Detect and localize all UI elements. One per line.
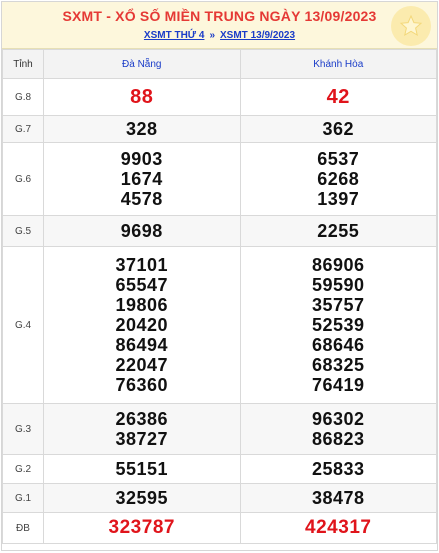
prize-cell-khanh-hoa: 38478 (239, 483, 437, 513)
prize-label: G.6 (2, 142, 44, 216)
result-header: SXMT - XỔ SỐ MIỀN TRUNG NGÀY 13/09/2023 … (2, 2, 437, 49)
column-header-province-label: Tỉnh (2, 49, 44, 79)
prize-label: G.7 (2, 115, 44, 143)
star-icon (391, 6, 431, 46)
special-prize-number: 323787 (108, 517, 175, 538)
prize-cell-khanh-hoa: 424317 (239, 512, 437, 544)
prize-number: 76360 (115, 375, 169, 395)
prize-row-g6: G.6 9903 1674 4578 6537 6268 1397 (2, 142, 437, 216)
prize-cell-da-nang: 37101 65547 19806 20420 86494 22047 7636… (43, 246, 241, 404)
prize-cell-khanh-hoa: 2255 (239, 215, 437, 247)
prize-row-g1: G.1 32595 38478 (2, 483, 437, 513)
prize-number: 9698 (120, 221, 163, 241)
prize-number: 76419 (311, 375, 365, 395)
prize-number: 42 (326, 86, 350, 108)
prize-number: 59590 (311, 275, 365, 295)
prize-cell-khanh-hoa: 6537 6268 1397 (239, 142, 437, 216)
prize-number: 19806 (115, 295, 169, 315)
prize-cell-da-nang: 88 (43, 78, 241, 116)
prize-number: 96302 (311, 409, 365, 429)
prize-label: G.1 (2, 483, 44, 513)
prize-label: G.4 (2, 246, 44, 404)
column-header-khanh-hoa[interactable]: Khánh Hòa (239, 49, 437, 79)
prize-cell-khanh-hoa: 362 (239, 115, 437, 143)
prize-cell-da-nang: 26386 38727 (43, 403, 241, 455)
prize-cell-da-nang: 55151 (43, 454, 241, 484)
prize-cell-da-nang: 323787 (43, 512, 241, 544)
page-title: SXMT - XỔ SỐ MIỀN TRUNG NGÀY 13/09/2023 (62, 8, 377, 24)
prize-number: 1397 (317, 189, 360, 209)
prize-number: 68325 (311, 355, 365, 375)
prize-number: 68646 (311, 335, 365, 355)
prize-cell-da-nang: 328 (43, 115, 241, 143)
prize-number: 20420 (115, 315, 169, 335)
prize-row-special: ĐB 323787 424317 (2, 512, 437, 544)
prize-row-g2: G.2 55151 25833 (2, 454, 437, 484)
result-panel: SXMT - XỔ SỐ MIỀN TRUNG NGÀY 13/09/2023 … (1, 1, 438, 551)
breadcrumb: XSMT THỨ 4 » XSMT 13/9/2023 (2, 30, 437, 41)
prize-number: 38478 (311, 488, 365, 508)
prize-cell-khanh-hoa: 96302 86823 (239, 403, 437, 455)
prize-label: G.5 (2, 215, 44, 247)
prize-number: 55151 (115, 459, 169, 479)
breadcrumb-separator: » (209, 30, 216, 41)
prize-cell-da-nang: 32595 (43, 483, 241, 513)
prize-number: 38727 (115, 429, 169, 449)
prize-number: 362 (322, 119, 355, 139)
prize-cell-khanh-hoa: 86906 59590 35757 52539 68646 68325 7641… (239, 246, 437, 404)
prize-number: 9903 (120, 149, 163, 169)
results-table: Tỉnh Đà Nẵng Khánh Hòa G.8 88 42 G.7 328… (2, 49, 437, 544)
column-header-da-nang[interactable]: Đà Nẵng (43, 49, 241, 79)
breadcrumb-link-weekday[interactable]: XSMT THỨ 4 (144, 30, 205, 41)
prize-number: 6537 (317, 149, 360, 169)
prize-number: 37101 (115, 255, 169, 275)
prize-cell-khanh-hoa: 42 (239, 78, 437, 116)
prize-number: 6268 (317, 169, 360, 189)
prize-row-g4: G.4 37101 65547 19806 20420 86494 22047 … (2, 246, 437, 404)
prize-row-g3: G.3 26386 38727 96302 86823 (2, 403, 437, 455)
prize-cell-khanh-hoa: 25833 (239, 454, 437, 484)
prize-number: 22047 (115, 355, 169, 375)
prize-number: 35757 (311, 295, 365, 315)
table-header-row: Tỉnh Đà Nẵng Khánh Hòa (2, 49, 437, 79)
prize-number: 86494 (115, 335, 169, 355)
prize-number: 32595 (115, 488, 169, 508)
prize-number: 1674 (120, 169, 163, 189)
prize-number: 26386 (115, 409, 169, 429)
prize-number: 4578 (120, 189, 163, 209)
prize-label: G.3 (2, 403, 44, 455)
prize-number: 88 (130, 86, 154, 108)
prize-label: G.8 (2, 78, 44, 116)
prize-row-g5: G.5 9698 2255 (2, 215, 437, 247)
prize-number: 2255 (317, 221, 360, 241)
prize-number: 65547 (115, 275, 169, 295)
prize-number: 86823 (311, 429, 365, 449)
prize-label: G.2 (2, 454, 44, 484)
prize-number: 86906 (311, 255, 365, 275)
prize-row-g8: G.8 88 42 (2, 78, 437, 116)
prize-label: ĐB (2, 512, 44, 544)
special-prize-number: 424317 (305, 517, 372, 538)
prize-number: 25833 (311, 459, 365, 479)
prize-number: 52539 (311, 315, 365, 335)
breadcrumb-link-date[interactable]: XSMT 13/9/2023 (220, 30, 295, 41)
prize-cell-da-nang: 9698 (43, 215, 241, 247)
prize-row-g7: G.7 328 362 (2, 115, 437, 143)
prize-number: 328 (125, 119, 158, 139)
prize-cell-da-nang: 9903 1674 4578 (43, 142, 241, 216)
